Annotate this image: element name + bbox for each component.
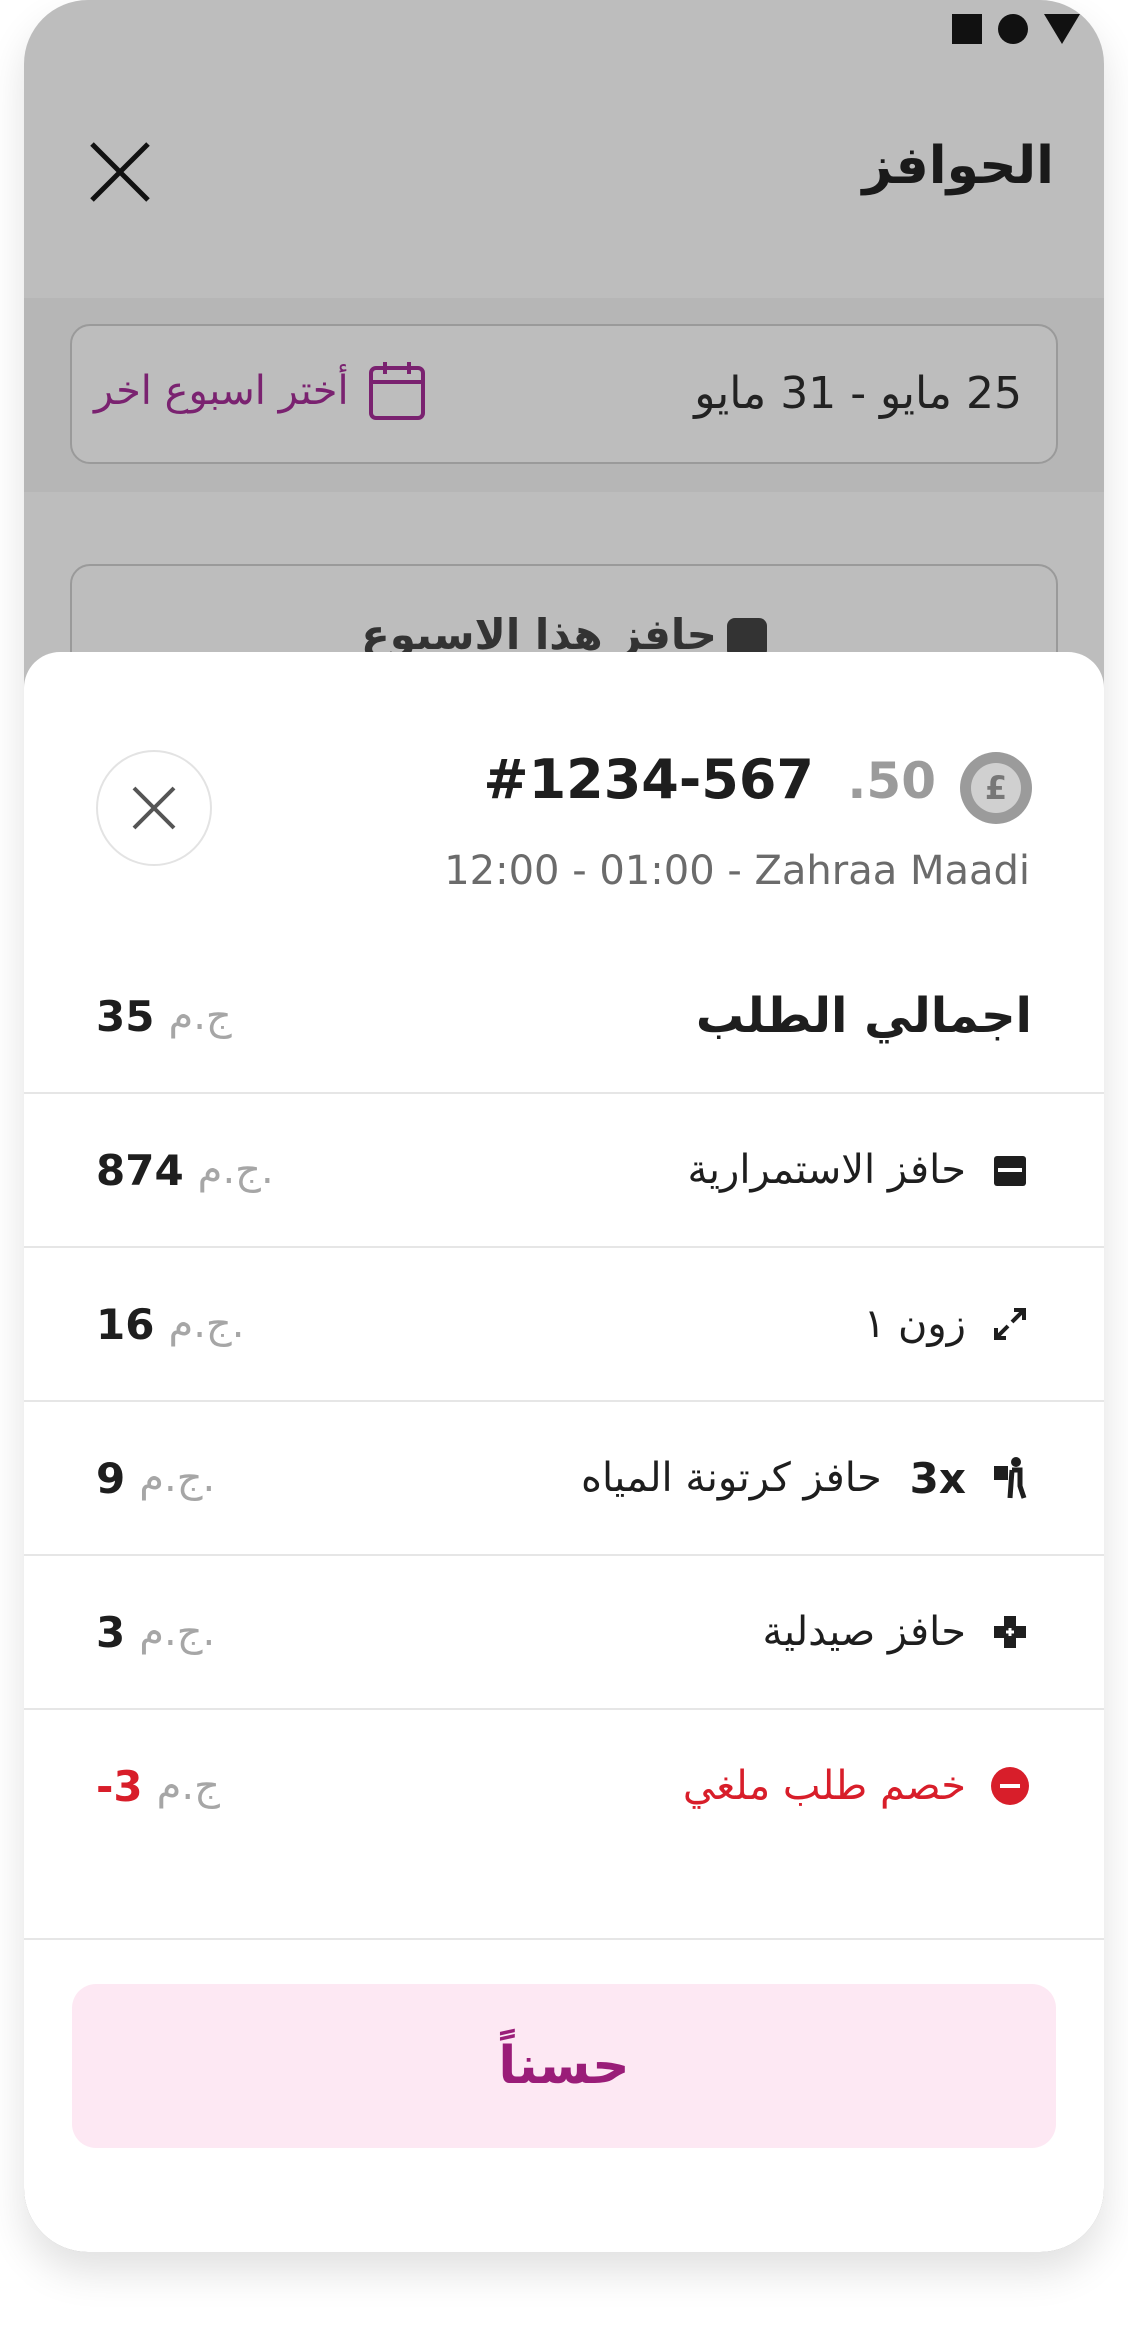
zone-expand-icon [988,1302,1032,1346]
incentive-value: 874 [96,1145,184,1195]
currency-label: ج.م. [197,1147,274,1193]
pick-week-button[interactable]: أختر اسبوع اخر [94,360,427,422]
deduction-label: خصم طلب ملغي [682,1763,966,1809]
order-total-value: 35 [96,991,155,1041]
close-icon [132,786,176,830]
phone-screen: الحوافز 25 مايو - 31 مايو أختر اسبوع اخر… [24,0,1104,2252]
ok-button[interactable]: حسناً [72,1984,1056,2148]
currency-label: ج.م. [139,1455,216,1501]
multiplier-badge: 3x [909,1453,966,1503]
page-title: الحوافز [862,136,1054,196]
pick-week-label: أختر اسبوع اخر [94,368,349,414]
incentive-row: 3x حافز كرتونة المياه 9 ج.م. [24,1402,1104,1556]
sheet-close-button[interactable] [96,750,212,866]
currency-label: ج.م [168,993,232,1039]
week-selector[interactable]: 25 مايو - 31 مايو أختر اسبوع اخر [70,324,1058,464]
incentive-row: زون ١ 16 ج.م. [24,1248,1104,1402]
incentive-row: حافز صيدلية 3 ج.م. [24,1556,1104,1710]
calendar-incentive-icon [988,1148,1032,1192]
square-icon [952,14,982,44]
triangle-icon [1044,14,1080,44]
incentive-label: حافز كرتونة المياه [581,1455,882,1501]
order-id: #1234-567 [483,748,814,811]
currency-label: ج.م [156,1763,220,1809]
date-range: 25 مايو - 31 مايو [694,368,1022,419]
deduction-value: -3 [96,1761,143,1811]
order-details-sheet: £ .50 #1234-567 12:00 - 01:00 - Zahraa M… [24,652,1104,2252]
incentive-label: زون ١ [863,1301,966,1347]
incentive-value: 3 [96,1607,126,1657]
footer-divider [24,1938,1104,1940]
circle-icon [998,14,1028,44]
order-subtitle: 12:00 - 01:00 - Zahraa Maadi [444,848,1030,894]
water-carrier-icon [988,1456,1032,1500]
incentive-row: حافز الاستمرارية 874 ج.م. [24,1094,1104,1248]
close-icon[interactable] [84,136,156,208]
calendar-icon [368,362,425,420]
incentive-value: 9 [96,1453,126,1503]
incentive-label: حافز صيدلية [762,1609,966,1655]
pharmacy-icon [988,1610,1032,1654]
deduction-row: خصم طلب ملغي -3 ج.م [24,1710,1104,1862]
amount-fraction: .50 [847,752,936,810]
incentive-value: 16 [96,1299,155,1349]
app-header: الحوافز [24,120,1104,230]
currency-label: ج.م. [139,1609,216,1655]
incentive-label: حافز الاستمرارية [687,1147,966,1193]
pound-coin-icon: £ [960,752,1032,824]
minus-circle-icon [988,1764,1032,1808]
order-total-row: اجمالي الطلب 35 ج.م [24,940,1104,1094]
order-total-label: اجمالي الطلب [695,988,1032,1044]
status-bar [952,14,1080,44]
currency-label: ج.م. [168,1301,245,1347]
